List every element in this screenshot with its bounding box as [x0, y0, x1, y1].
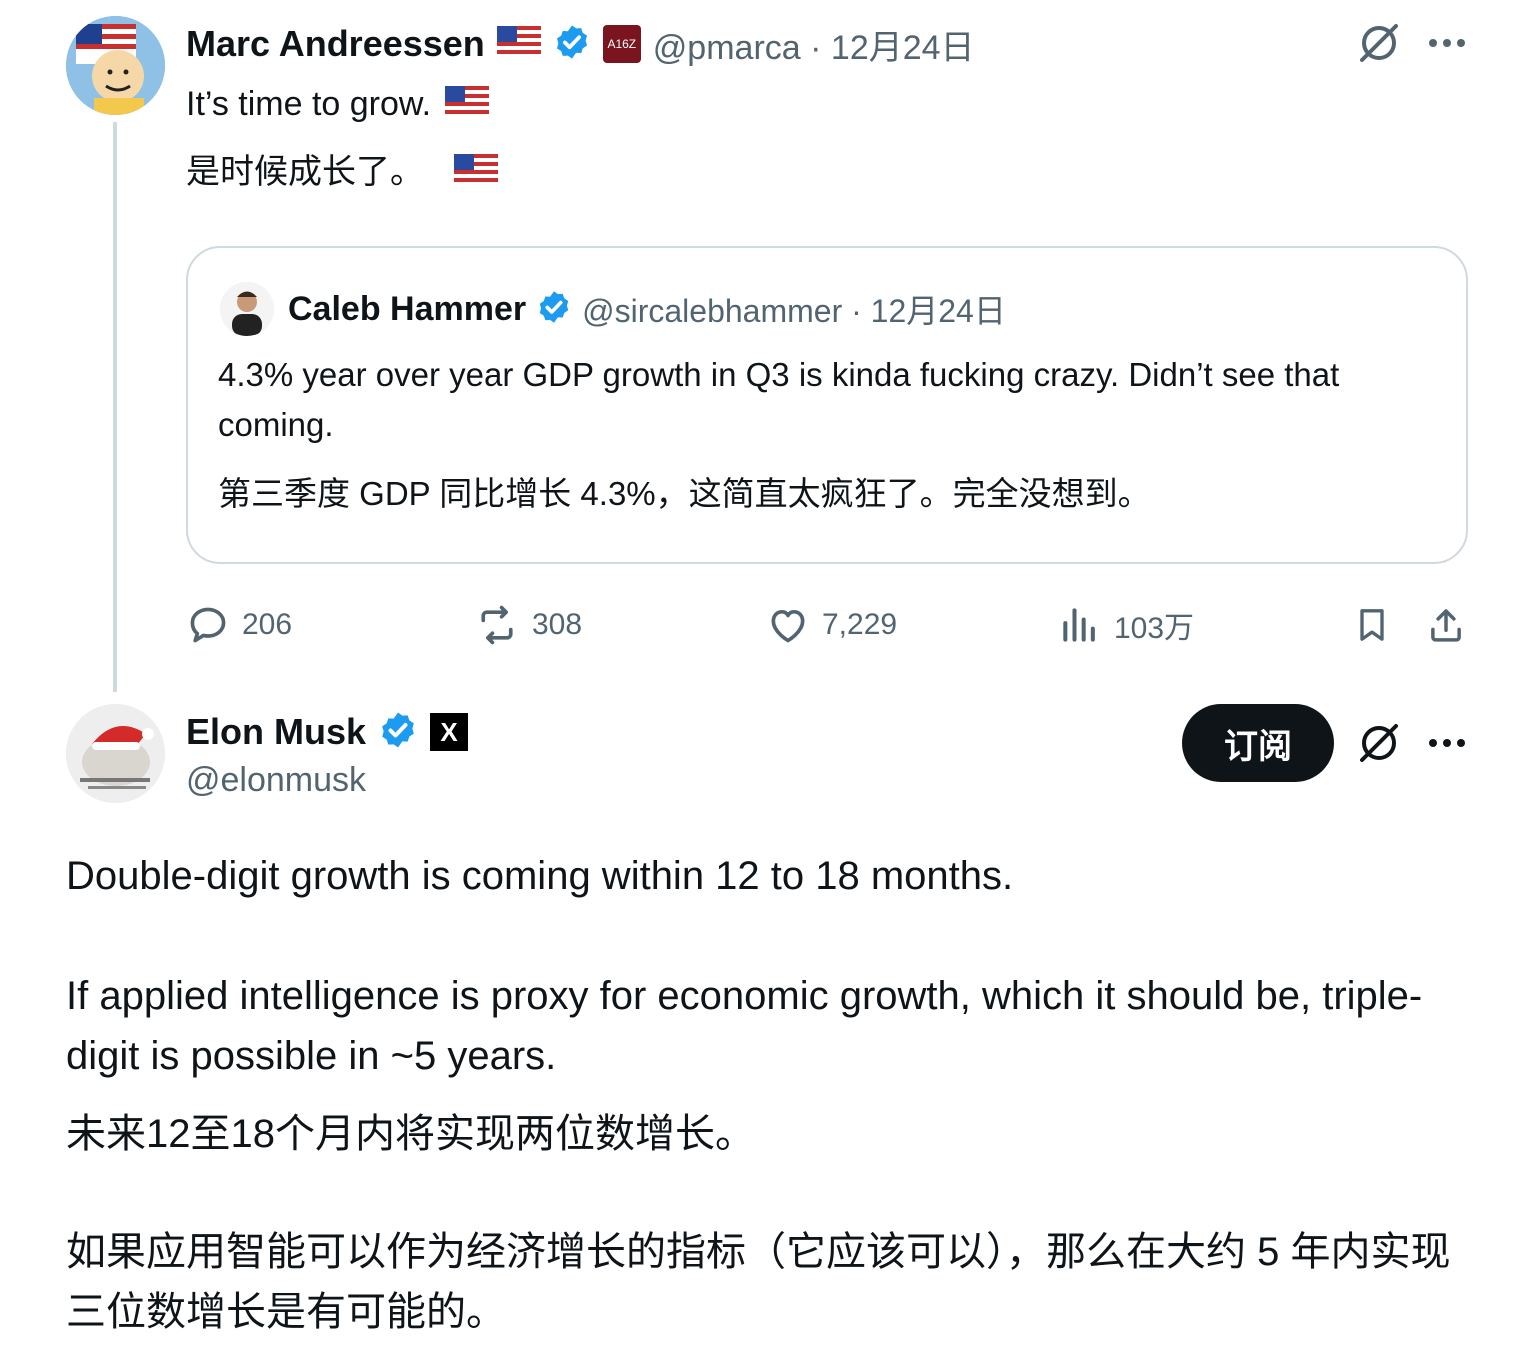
us-flag-icon [445, 85, 490, 123]
reply-icon [190, 607, 226, 643]
author-handle[interactable]: @sircalebhammer [582, 293, 842, 329]
verified-icon [553, 23, 591, 66]
verified-icon [536, 289, 572, 330]
quoted-text-en: 4.3% year over year GDP growth in Q3 is … [218, 356, 1340, 443]
like-button[interactable]: 7,229 [766, 598, 897, 652]
quoted-text-zh: 第三季度 GDP 同比增长 4.3%，这简直太疯狂了。完全没想到。 [218, 475, 1151, 512]
verified-icon [378, 710, 418, 755]
thread-line [113, 122, 117, 692]
author-name[interactable]: Elon Musk [186, 711, 366, 753]
post-time[interactable]: 12月24日 [871, 293, 1006, 329]
org-badge[interactable]: A16Z [602, 25, 641, 63]
post-text-en: It’s time to grow. [186, 85, 432, 123]
author-name[interactable]: Caleb Hammer [288, 290, 526, 329]
post-text-zh: 是时候成长了。 [186, 153, 424, 191]
separator-dot: · [810, 28, 831, 67]
post-time[interactable]: 12月24日 [831, 29, 975, 67]
post-text-zh-para1: 未来12至18个月内将实现两位数增长。 [66, 1112, 755, 1156]
author-name[interactable]: Marc Andreessen [186, 23, 485, 65]
grok-icon[interactable] [1352, 716, 1406, 770]
subscribe-button[interactable]: 订阅 [1182, 704, 1334, 782]
author-handle[interactable]: @pmarca [653, 29, 801, 67]
reply-button[interactable]: 206 [186, 598, 292, 652]
bookmark-icon[interactable] [1346, 598, 1398, 652]
org-badge[interactable]: X [430, 713, 469, 751]
avatar[interactable] [220, 282, 274, 336]
us-flag-icon [496, 25, 541, 63]
post-text-zh-para2: 如果应用智能可以作为经济增长的指标（它应该可以），那么在大约 5 年内实现三位数… [66, 1230, 1451, 1334]
post-text-en-para2: If applied intelligence is proxy for eco… [66, 974, 1423, 1078]
avatar[interactable] [66, 16, 165, 115]
like-icon [771, 609, 805, 643]
view-count: 103万 [1114, 612, 1195, 645]
like-count: 7,229 [822, 608, 898, 641]
views-icon [1063, 608, 1095, 642]
reply-count: 206 [242, 608, 293, 641]
us-flag-icon [454, 153, 498, 191]
views-button[interactable]: 103万 [1058, 598, 1194, 652]
post-text-en-para1: Double-digit growth is coming within 12 … [66, 854, 1014, 898]
quoted-post-card[interactable]: Caleb Hammer @sircalebhammer · 12月24日 4.… [186, 246, 1468, 564]
author-handle[interactable]: @elonmusk [186, 756, 366, 804]
more-icon[interactable] [1420, 716, 1474, 770]
separator-dot: · [851, 293, 871, 329]
share-icon[interactable] [1420, 598, 1472, 652]
repost-count: 308 [532, 608, 583, 641]
more-icon[interactable] [1420, 16, 1474, 70]
repost-button[interactable]: 308 [474, 598, 582, 652]
grok-icon[interactable] [1352, 16, 1406, 70]
avatar[interactable] [66, 704, 165, 803]
repost-icon [481, 605, 513, 645]
